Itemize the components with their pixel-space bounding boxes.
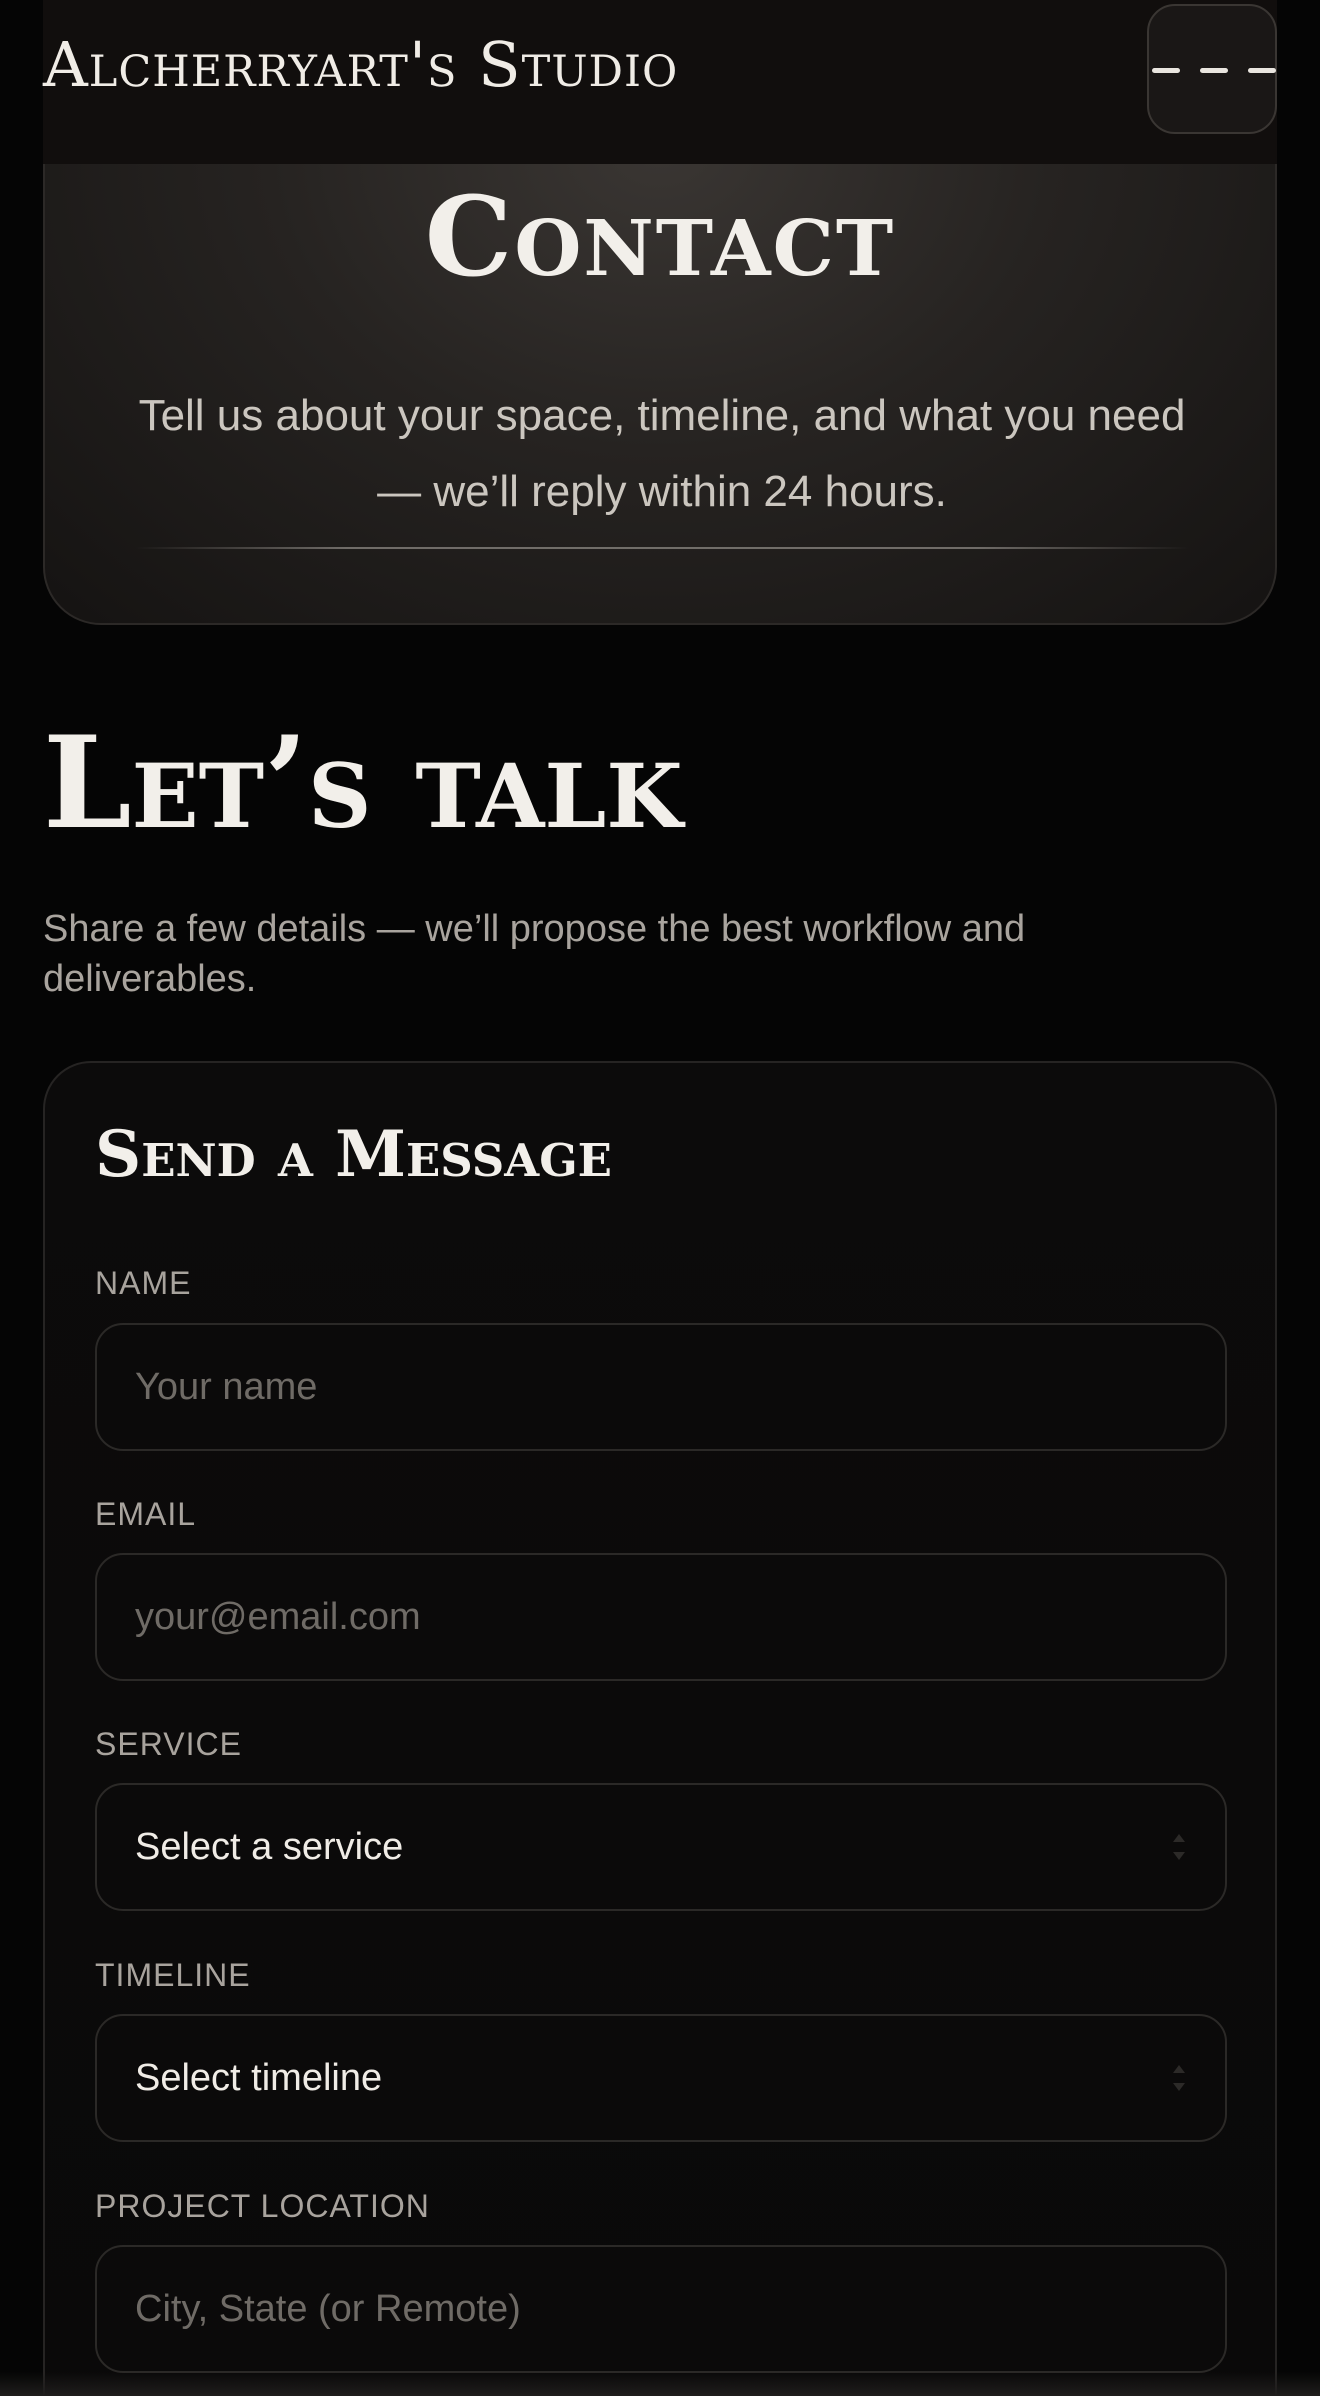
section-subtitle: Share a few details — we’ll propose the … [43, 908, 1026, 1000]
brand-logo[interactable]: Alcherryart's Studio [43, 34, 678, 96]
service-selected-value: Select a service [135, 1825, 404, 1868]
select-caret-icon [1173, 2065, 1185, 2091]
service-select[interactable]: Select a service [95, 1783, 1227, 1911]
hero-title: Contact [424, 172, 896, 301]
name-label: NAME [95, 1265, 192, 1301]
project-location-input[interactable] [95, 2245, 1227, 2373]
hero-subtitle: Tell us about your space, timeline, and … [138, 391, 1186, 516]
hero-divider [135, 547, 1189, 549]
email-input[interactable] [95, 1553, 1227, 1681]
contact-page: Contact Tell us about your space, timeli… [0, 0, 1320, 2396]
select-caret-icon [1173, 1834, 1185, 1860]
menu-dash [1152, 68, 1180, 73]
timeline-select[interactable]: Select timeline [95, 2014, 1227, 2142]
menu-button[interactable] [1147, 4, 1277, 134]
site-header: Alcherryart's Studio [43, 0, 1277, 164]
timeline-selected-value: Select timeline [135, 2056, 383, 2099]
timeline-label: TIMELINE [95, 1957, 251, 1993]
service-label: SERVICE [95, 1726, 242, 1762]
bottom-fade [0, 2372, 1320, 2396]
section-title: Let’s talk [43, 709, 683, 857]
name-input[interactable] [95, 1323, 1227, 1451]
message-form: Send a Message NAME EMAIL SERVICE Select… [43, 1061, 1277, 2396]
email-label: EMAIL [95, 1496, 197, 1532]
menu-dash [1248, 68, 1276, 73]
form-title: Send a Message [95, 1117, 612, 1192]
menu-dash [1200, 68, 1228, 73]
location-label: PROJECT LOCATION [95, 2188, 430, 2224]
